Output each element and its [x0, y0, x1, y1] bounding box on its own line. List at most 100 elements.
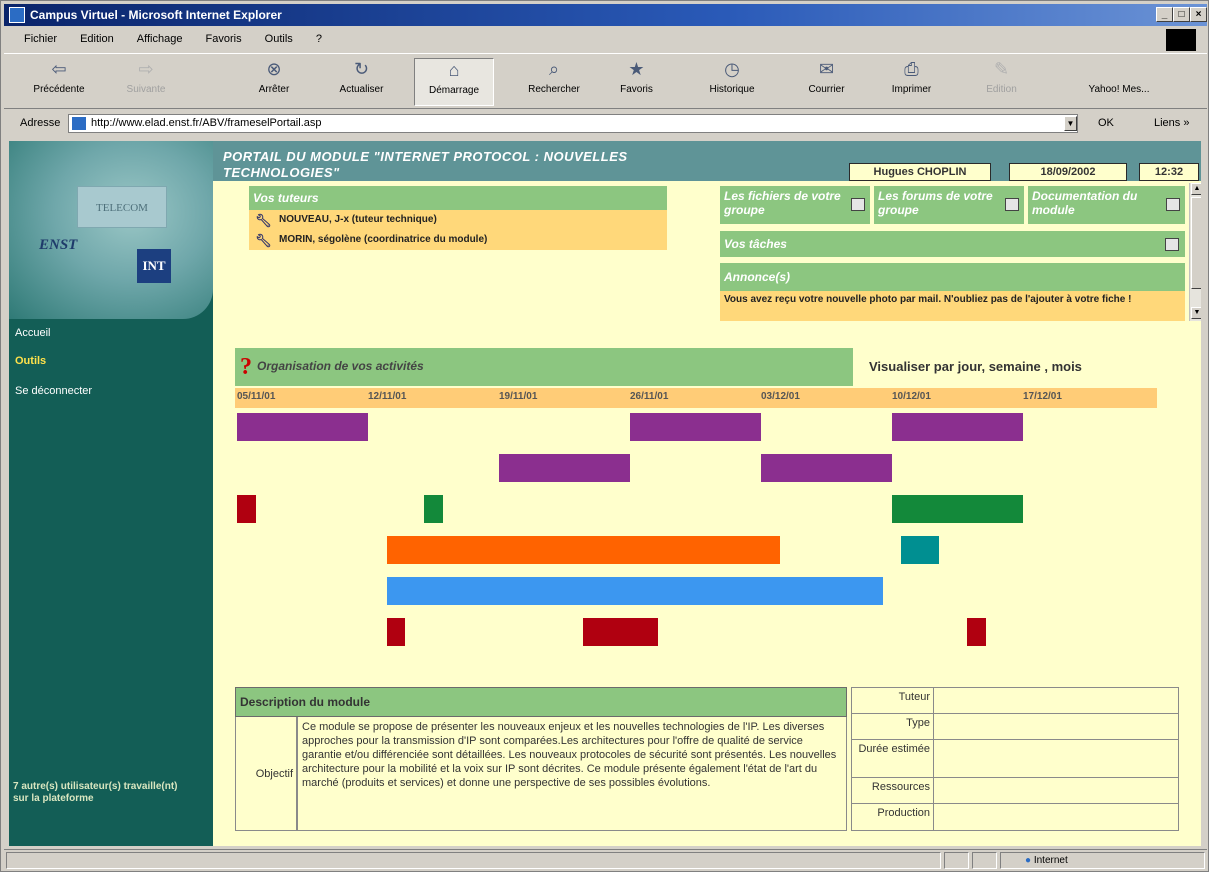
activity-bar[interactable] — [901, 536, 939, 564]
module-documentation-label: Documentation du module — [1032, 189, 1138, 217]
toolbar-label: Rechercher — [528, 84, 580, 95]
toolbar-label: Démarrage — [428, 85, 480, 96]
status-cell — [972, 852, 997, 869]
rechercher-button[interactable]: ⌕ Rechercher — [514, 58, 594, 106]
ie-app-icon — [9, 7, 25, 23]
activity-bar[interactable] — [583, 618, 659, 646]
toolbar-label: Précédente — [33, 84, 85, 95]
week-label: 10/12/01 — [892, 391, 931, 402]
tasks-label: Vos tâches — [724, 237, 787, 251]
tutor-item[interactable]: 🔧︎ NOUVEAU, J-x (tuteur technique) — [249, 210, 667, 230]
address-input[interactable]: http://www.elad.enst.fr/ABV/frameselPort… — [68, 114, 1078, 133]
wrench-icon: 🔧︎ — [255, 233, 272, 248]
activity-bar[interactable] — [892, 413, 1023, 441]
telecom-logo: TELECOM — [77, 186, 167, 228]
historique-button[interactable]: ◷ Historique — [692, 58, 772, 106]
week-label: 05/11/01 — [237, 391, 276, 402]
property-row: Tuteur — [851, 687, 1179, 713]
menu-outils[interactable]: Outils — [265, 33, 293, 45]
activity-bar[interactable] — [966, 618, 986, 646]
week-label: 26/11/01 — [630, 391, 669, 402]
go-button[interactable]: OK — [1098, 117, 1114, 129]
courrier-button[interactable]: ✉ Courrier — [799, 58, 854, 106]
activity-bar[interactable] — [892, 495, 1023, 523]
status-bar: ● Internet — [4, 849, 1207, 870]
view-mode-selector[interactable]: Visualiser par jour, semaine , mois — [869, 359, 1082, 374]
current-time: 12:32 — [1139, 163, 1199, 181]
tasks-link[interactable]: Vos tâches — [720, 231, 1185, 257]
yahoo-mes-button[interactable]: Yahoo! Mes... — [1064, 58, 1174, 106]
edit-icon: ✎ — [993, 59, 1010, 79]
property-label: Durée estimée — [852, 740, 934, 777]
description-title: Description du module — [235, 687, 847, 717]
favorites-icon: ★ — [628, 59, 645, 79]
module-description: Description du module Objectif Ce module… — [235, 687, 847, 831]
activity-bar[interactable] — [761, 454, 892, 482]
home-icon: ⌂ — [448, 60, 460, 80]
nav-accueil[interactable]: Accueil — [15, 327, 50, 339]
maximize-button[interactable]: □ — [1173, 7, 1190, 22]
announcements-title: Annonce(s) — [720, 263, 1185, 291]
activity-bar[interactable] — [424, 495, 443, 523]
window-title: Campus Virtuel - Microsoft Internet Expl… — [30, 8, 282, 22]
scroll-down-icon[interactable]: ▼ — [1191, 307, 1201, 319]
yahoo-icon — [1108, 58, 1130, 80]
refresh-icon: ↻ — [353, 59, 370, 79]
activity-bar[interactable] — [386, 618, 406, 646]
d-marrage-button[interactable]: ⌂ Démarrage — [414, 58, 494, 106]
group-forums-link[interactable]: Les forums de votre groupe — [874, 186, 1024, 224]
scroll-up-icon[interactable]: ▲ — [1191, 183, 1201, 195]
week-label: 17/12/01 — [1023, 391, 1062, 402]
property-row: Type — [851, 713, 1179, 739]
property-row: Durée estimée — [851, 739, 1179, 777]
activity-bar[interactable] — [630, 413, 761, 441]
toolbar-label: Yahoo! Mes... — [1088, 84, 1150, 95]
links-button[interactable]: Liens » — [1154, 117, 1189, 129]
close-button[interactable]: × — [1190, 7, 1207, 22]
menu-bar: Fichier Edition Affichage Favoris Outils… — [4, 28, 1207, 50]
tutor-item[interactable]: 🔧︎ MORIN, ségolène (coordinatrice du mod… — [249, 230, 667, 250]
window-icon — [851, 198, 865, 211]
scroll-thumb[interactable] — [1191, 197, 1201, 289]
status-text — [6, 852, 941, 869]
activity-bar[interactable] — [499, 454, 630, 482]
globe-icon: ● — [1025, 855, 1032, 866]
window-icon — [1165, 238, 1179, 251]
edition-button[interactable]: ✎ Edition — [979, 58, 1024, 106]
announcement-scrollbar[interactable]: ▲ ▼ — [1189, 183, 1201, 321]
minimize-button[interactable]: _ — [1156, 7, 1173, 22]
help-question-icon[interactable]: ? — [240, 353, 252, 381]
menu-favoris[interactable]: Favoris — [206, 33, 242, 45]
suivante-button[interactable]: ⇨ Suivante — [116, 58, 176, 106]
menu-help[interactable]: ? — [316, 33, 322, 45]
activity-bar[interactable] — [237, 413, 368, 441]
toolbar-label: Edition — [986, 84, 1017, 95]
group-files-link[interactable]: Les fichiers de votre groupe — [720, 186, 870, 224]
address-dropdown-icon[interactable]: ▼ — [1064, 116, 1077, 131]
group-files-label: Les fichiers de votre groupe — [724, 189, 841, 217]
imprimer-button[interactable]: ⎙ Imprimer — [884, 58, 939, 106]
connected-users-note[interactable]: 7 autre(s) utilisateur(s) travaille(nt) … — [13, 781, 178, 805]
current-date: 18/09/2002 — [1009, 163, 1127, 181]
nav-outils[interactable]: Outils — [15, 355, 46, 367]
sidebar: TELECOM ENST INT Accueil Outils Se décon… — [9, 141, 213, 846]
toolbar-label: Historique — [709, 84, 755, 95]
menu-affichage[interactable]: Affichage — [137, 33, 183, 45]
menu-fichier[interactable]: Fichier — [24, 33, 57, 45]
module-properties: Tuteur Type Durée estimée Ressources Product… — [851, 687, 1179, 831]
gantt-week-scale: 05/11/01 12/11/01 19/11/01 26/11/01 03/12/01… — [235, 388, 1157, 408]
week-label: 12/11/01 — [368, 391, 407, 402]
favoris-button[interactable]: ★ Favoris — [609, 58, 664, 106]
mail-icon: ✉ — [818, 59, 835, 79]
arr-ter-button[interactable]: ⊗ Arrêter — [249, 58, 299, 106]
activity-bar[interactable] — [386, 536, 780, 564]
property-label: Ressources — [852, 778, 934, 803]
activity-bar[interactable] — [386, 577, 883, 605]
pr-c-dente-button[interactable]: ⇦ Précédente — [24, 58, 94, 106]
menu-edition[interactable]: Edition — [80, 33, 114, 45]
activity-bar[interactable] — [237, 495, 256, 523]
announcement-text: Vous avez reçu votre nouvelle photo par … — [720, 291, 1185, 321]
module-documentation-link[interactable]: Documentation du module — [1028, 186, 1185, 224]
actualiser-button[interactable]: ↻ Actualiser — [329, 58, 394, 106]
nav-se-deconnecter[interactable]: Se déconnecter — [15, 385, 92, 397]
